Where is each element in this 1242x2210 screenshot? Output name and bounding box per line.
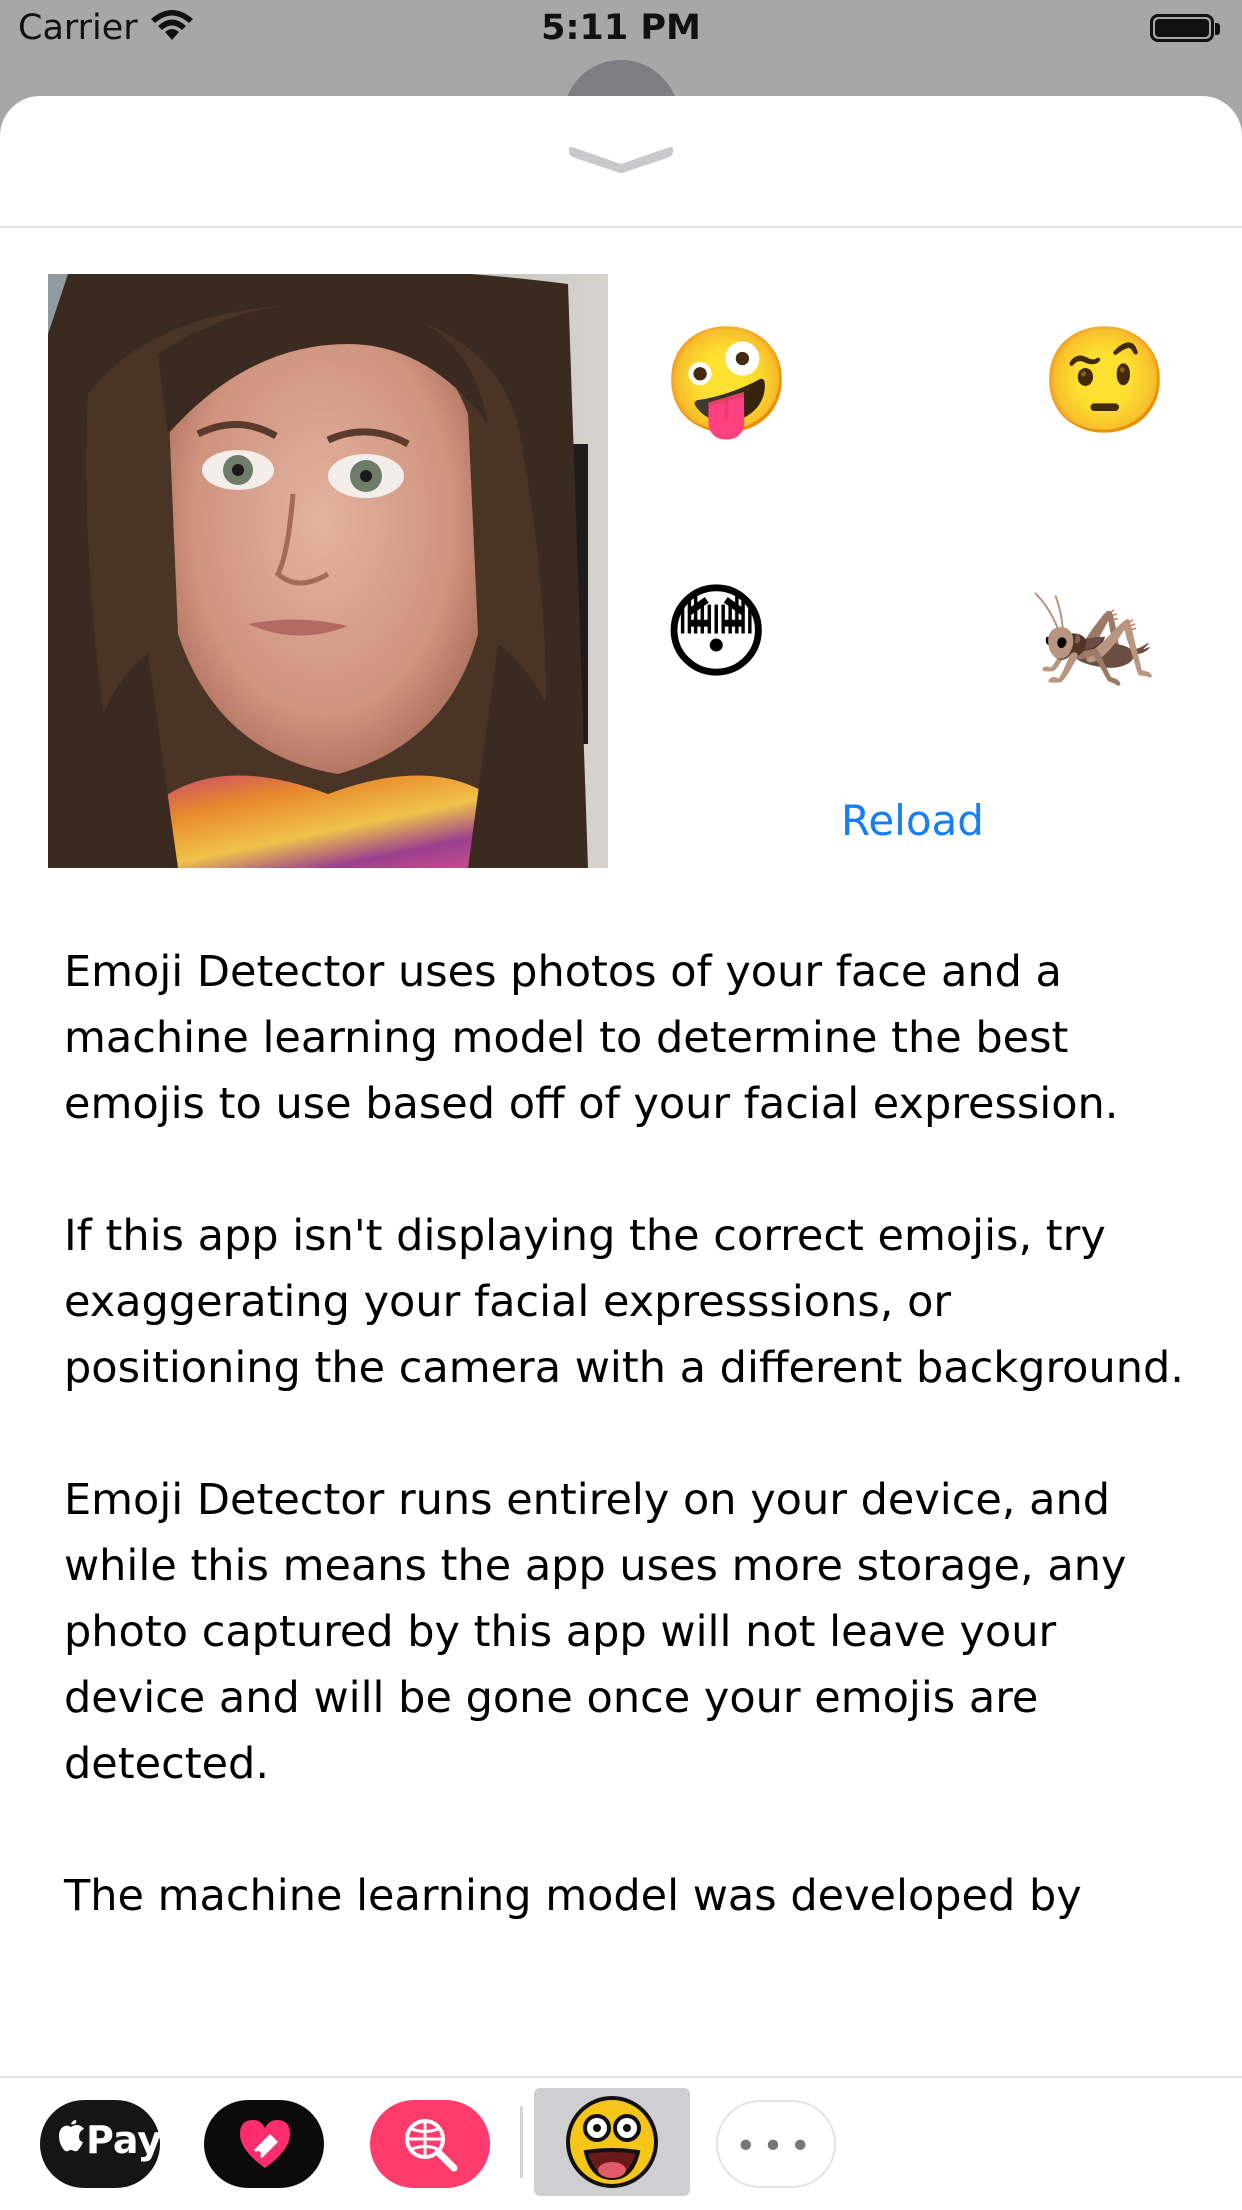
status-bar: Carrier 5:11 PM [0, 0, 1242, 62]
apple-pay-icon [59, 2120, 84, 2152]
description-paragraph: The machine learning model was developed… [64, 1871, 1082, 1921]
description: Emoji Detector uses photos of your face … [64, 939, 1194, 1995]
more-apps-button[interactable]: ••• [716, 2100, 836, 2188]
more-icon: ••• [735, 2126, 817, 2167]
description-paragraph: Emoji Detector uses photos of your face … [64, 947, 1119, 1129]
description-paragraph: If this app isn't displaying the correct… [64, 1211, 1184, 1393]
image-search-icon [405, 2119, 458, 2172]
apple-pay-button[interactable]: Pay [40, 2100, 163, 2188]
tray-divider [520, 2106, 523, 2178]
description-scroll-area[interactable]: Emoji Detector uses photos of your face … [0, 96, 1242, 2020]
clock: 5:11 PM [541, 8, 701, 48]
app-sheet: 🤪 🤨 😳 🦗 Reload Emoji Detector uses photo… [0, 96, 1242, 2208]
emoji-detector-icon [566, 2096, 658, 2188]
digital-touch-app[interactable] [204, 2100, 324, 2188]
image-search-app[interactable] [370, 2100, 490, 2188]
emoji-detector-app[interactable] [534, 2088, 690, 2196]
digital-touch-icon [240, 2120, 290, 2168]
battery-icon [1150, 14, 1220, 44]
apple-pay-label: Pay [86, 2118, 163, 2162]
description-paragraph: Emoji Detector runs entirely on your dev… [64, 1475, 1127, 1789]
